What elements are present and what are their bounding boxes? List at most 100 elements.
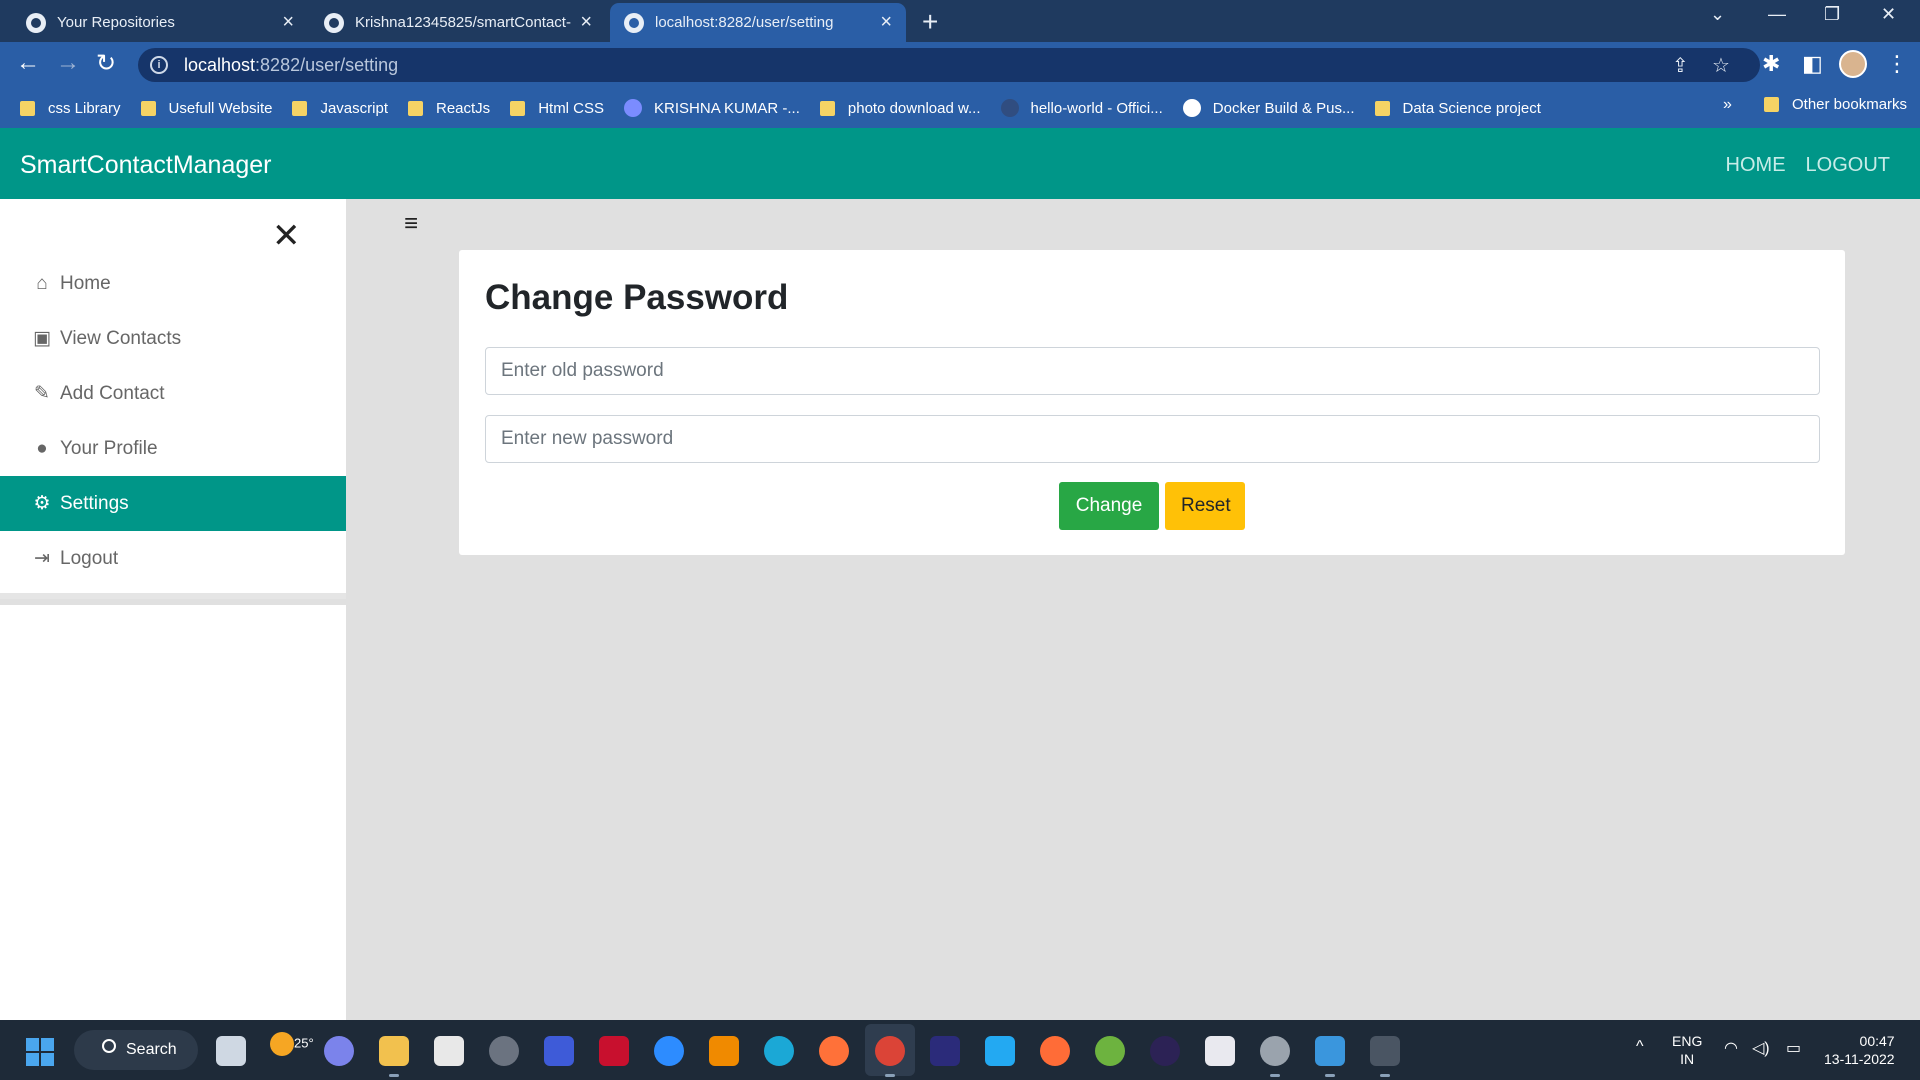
sign-out-icon: ⇥ (34, 548, 50, 569)
back-button[interactable]: ← (16, 49, 40, 77)
user-circle-icon: ● (36, 437, 48, 459)
chrome-icon[interactable] (875, 1036, 905, 1077)
sidebar-item-view-contacts[interactable]: ▣ View Contacts (0, 311, 346, 366)
tab-search-icon[interactable]: ⌄ (1710, 4, 1725, 25)
eclipse-icon[interactable] (1150, 1036, 1180, 1066)
teams-chat-icon[interactable] (324, 1036, 354, 1066)
app-navbar: SmartContactManager HOME LOGOUT (0, 128, 1920, 199)
microsoft-store-icon[interactable] (434, 1036, 464, 1066)
close-sidebar-icon[interactable]: ✕ (272, 219, 301, 253)
close-icon[interactable]: × (282, 11, 294, 34)
vscode-icon[interactable] (985, 1036, 1015, 1066)
bookmark-photo-download[interactable]: photo download w... (819, 100, 981, 117)
address-bar[interactable]: i localhost:8282/user/setting (138, 48, 1760, 82)
page-title: Change Password (485, 278, 789, 317)
folder-icon (510, 100, 526, 116)
github-icon (26, 12, 46, 33)
docker-icon (1000, 99, 1019, 117)
bookmark-javascript[interactable]: Javascript (292, 100, 388, 117)
nav-home-link[interactable]: HOME (1726, 154, 1786, 177)
postman-icon[interactable] (1040, 1036, 1070, 1066)
address-book-icon: ▣ (33, 328, 51, 349)
tab-smartcontact-repo[interactable]: Krishna12345825/smartContact-m × (310, 3, 606, 42)
hamburger-menu-icon[interactable]: ≡ (404, 210, 418, 238)
address-url[interactable]: localhost:8282/user/setting (184, 55, 398, 76)
site-info-icon[interactable]: i (150, 56, 168, 74)
minimize-button[interactable]: — (1768, 4, 1786, 25)
bookmark-data-science[interactable]: Data Science project (1374, 100, 1541, 117)
photos-icon[interactable] (1315, 1036, 1345, 1077)
wifi-icon[interactable]: ◠ (1724, 1038, 1738, 1058)
spring-tool-icon[interactable] (1095, 1036, 1125, 1066)
file-explorer-icon[interactable] (379, 1036, 409, 1077)
language-indicator[interactable]: ENG IN (1672, 1032, 1702, 1068)
forward-button[interactable]: → (56, 49, 80, 77)
sidebar-item-home[interactable]: ⌂ Home (0, 256, 346, 311)
extensions-icon[interactable]: ✱ (1762, 51, 1780, 77)
windows-taskbar: Search 25° ^ ENG IN ◠ ◁) ▭ 00:47 13-11-2… (0, 1020, 1920, 1080)
firefox-icon[interactable] (819, 1036, 849, 1066)
home-icon: ⌂ (36, 272, 48, 294)
taskbar-search[interactable]: Search (74, 1030, 198, 1070)
bookmark-reactjs[interactable]: ReactJs (408, 100, 490, 117)
bookmark-star-icon[interactable]: ☆ (1712, 53, 1730, 78)
new-tab-button[interactable]: + (922, 6, 938, 38)
url-path: :8282/user/setting (255, 54, 399, 75)
reload-button[interactable]: ↻ (96, 49, 116, 78)
weather-widget[interactable]: 25° (270, 1032, 314, 1056)
nav-links: HOME LOGOUT (1726, 154, 1890, 177)
tab-your-repositories[interactable]: Your Repositories × (12, 3, 308, 42)
folder-icon (20, 100, 35, 116)
sidebar-item-label: Logout (60, 547, 119, 569)
system-clock[interactable]: 00:47 13-11-2022 (1824, 1032, 1895, 1068)
sidebar-item-label: Home (60, 272, 111, 294)
share-icon[interactable]: ⇪ (1672, 53, 1689, 78)
unity-icon[interactable] (489, 1036, 519, 1066)
nav-logout-link[interactable]: LOGOUT (1806, 154, 1890, 177)
restore-button[interactable]: ❐ (1824, 4, 1840, 25)
bookmark-html-css[interactable]: Html CSS (510, 100, 604, 117)
edge-icon[interactable] (764, 1036, 794, 1066)
profile-avatar[interactable] (1839, 50, 1867, 78)
change-button[interactable]: Change (1059, 482, 1159, 530)
new-password-input[interactable] (485, 415, 1820, 463)
terminal-icon[interactable] (1370, 1036, 1400, 1077)
bookmarks-bar: css Library Usefull Website Javascript R… (0, 88, 1920, 128)
vlc-icon[interactable] (709, 1036, 739, 1066)
reset-button[interactable]: Reset (1165, 482, 1245, 530)
bookmarks-overflow-button[interactable]: » (1723, 96, 1732, 114)
sidebar-item-add-contact[interactable]: ✎ Add Contact (0, 366, 346, 421)
task-view-icon[interactable] (216, 1036, 246, 1066)
close-window-button[interactable]: ✕ (1881, 4, 1896, 25)
menu-icon[interactable]: ⋮ (1886, 51, 1908, 77)
bookmark-usefull-website[interactable]: Usefull Website (140, 100, 272, 117)
battery-icon[interactable]: ▭ (1786, 1038, 1801, 1058)
other-bookmarks[interactable]: Other bookmarks (1764, 96, 1907, 113)
mcafee-icon[interactable] (599, 1036, 629, 1066)
volume-icon[interactable]: ◁) (1752, 1038, 1770, 1058)
tab-user-setting[interactable]: localhost:8282/user/setting × (610, 3, 906, 42)
folder-icon (1764, 97, 1779, 112)
globe-icon (624, 12, 644, 33)
side-panel-icon[interactable]: ◧ (1802, 51, 1823, 77)
snipping-tool-icon[interactable] (1205, 1036, 1235, 1066)
close-icon[interactable]: × (580, 11, 592, 34)
bookmark-docker-build[interactable]: Docker Build & Pus... (1182, 99, 1355, 117)
sidebar-item-your-profile[interactable]: ● Your Profile (0, 421, 346, 476)
close-icon[interactable]: × (880, 11, 892, 34)
intellij-icon[interactable] (930, 1036, 960, 1066)
windows-start-icon[interactable] (26, 1038, 54, 1066)
brand-logo[interactable]: SmartContactManager (20, 151, 272, 180)
sidebar-item-logout[interactable]: ⇥ Logout (0, 531, 346, 586)
zoom-icon[interactable] (654, 1036, 684, 1066)
old-password-input[interactable] (485, 347, 1820, 395)
bookmark-css-library[interactable]: css Library (20, 100, 121, 117)
sidebar-item-label: View Contacts (60, 327, 182, 349)
sidebar-item-settings[interactable]: ⚙ Settings (0, 476, 346, 531)
android-studio-icon[interactable] (544, 1036, 574, 1066)
sidebar-item-label: Your Profile (60, 437, 158, 459)
bookmark-krishna-kumar[interactable]: KRISHNA KUMAR -... (624, 99, 800, 117)
bookmark-hello-world[interactable]: hello-world - Offici... (1000, 99, 1163, 117)
settings-icon[interactable] (1260, 1036, 1290, 1077)
tray-overflow-icon[interactable]: ^ (1636, 1038, 1644, 1056)
